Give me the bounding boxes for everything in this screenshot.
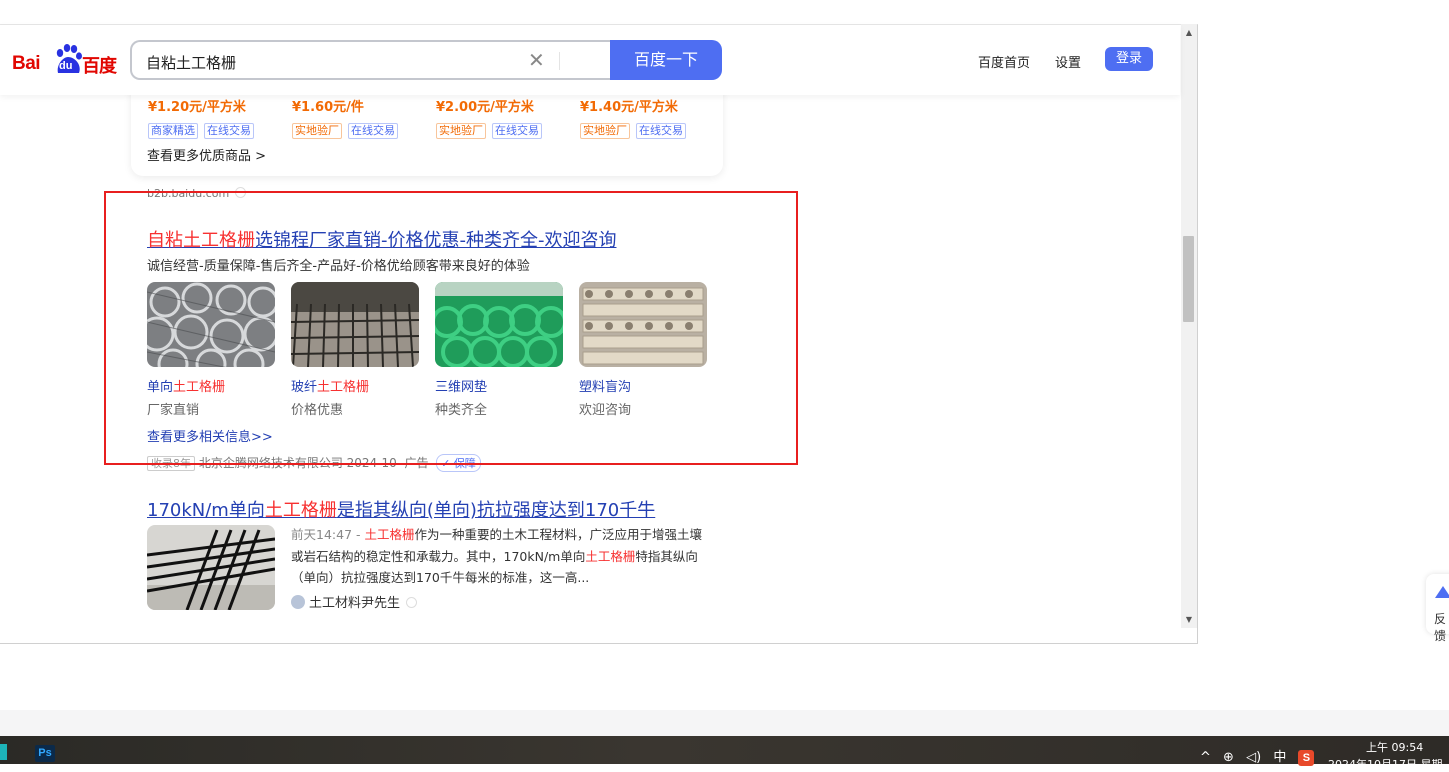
advertiser-name[interactable]: 北京企腾网络技术有限公司 2024-10 [199, 456, 397, 470]
ad-item-caption[interactable]: 三维网垫 [435, 376, 487, 395]
snippet-highlight: 土工格栅 [364, 527, 415, 542]
indexed-years-badge: 收录8年 [147, 456, 195, 471]
product-item[interactable]: ¥1.60元/件 实地验厂 在线交易 [292, 96, 404, 139]
guarantee-text: 保障 [453, 457, 476, 470]
system-tray: ^ ⊕ ◁) 中 S [1200, 746, 1322, 766]
tray-expand-icon[interactable]: ^ [1200, 750, 1211, 765]
source-info-icon[interactable] [235, 187, 247, 198]
caption-text: 三维网垫 [435, 380, 488, 395]
logo-bai-text: Bai [12, 53, 41, 74]
product-price: ¥1.40元/平方米 [580, 100, 678, 115]
ad-item-subtitle: 价格优惠 [291, 403, 344, 418]
search-box: ✕ [130, 40, 612, 80]
result-time: 前天14:47 - [291, 527, 365, 542]
taskbar-app-icon[interactable] [0, 744, 7, 760]
product-image-geogrid-rolls[interactable] [147, 282, 275, 367]
search-button[interactable]: 百度一下 [610, 40, 722, 80]
more-products-link[interactable]: 查看更多优质商品 > [147, 145, 266, 164]
result-thumbnail[interactable] [147, 525, 275, 610]
feedback-icon [1435, 586, 1449, 598]
product-image-plastic-drain[interactable] [579, 282, 707, 367]
scroll-up-arrow-icon[interactable]: ▲ [1181, 28, 1197, 37]
b2b-source: b2b.baidu.com [147, 187, 247, 200]
product-price: ¥1.20元/平方米 [148, 100, 246, 115]
snippet-highlight: 土工格栅 [585, 548, 636, 564]
product-price: ¥2.00元/平方米 [436, 100, 534, 115]
windows-taskbar: Ps ^ ⊕ ◁) 中 S 上午 09:54 2024年10月17日 星期 [0, 736, 1449, 771]
scroll-thumb[interactable] [1183, 236, 1194, 322]
source-name: 土工材料尹先生 [309, 596, 401, 611]
result-source[interactable]: 土工材料尹先生 [291, 592, 418, 611]
ad-item-caption[interactable]: 玻纤土工格栅 [291, 376, 369, 395]
product-item[interactable]: ¥1.40元/平方米 实地验厂 在线交易 [580, 96, 692, 139]
vertical-scrollbar[interactable]: ▲ ▼ [1181, 24, 1197, 628]
ad-item-subtitle: 种类齐全 [435, 403, 488, 418]
result-title[interactable]: 170kN/m单向土工格栅是指其纵向(单向)抗拉强度达到170千牛 [147, 496, 655, 522]
product-tag: 在线交易 [348, 123, 398, 139]
ad-result-title[interactable]: 自粘土工格栅选锦程厂家直销-价格优惠-种类齐全-欢迎咨询 [147, 226, 616, 252]
logo-chinese-text: 百度 [82, 56, 117, 77]
title-highlight: 自粘土工格栅 [147, 230, 255, 251]
result-snippet: 前天14:47 - 土工格栅作为一种重要的土木工程材料，广泛应用于增强土壤或岩石… [291, 524, 703, 589]
volume-icon[interactable]: ◁) [1246, 750, 1261, 765]
search-header: Bai du 百度 ✕ 百度一下 百度首页 设置 登录 [0, 25, 1180, 95]
clock-date[interactable]: 2024年10月17日 星期 [1328, 756, 1443, 772]
title-text: 选锦程厂家直销-价格优惠-种类齐全-欢迎咨询 [255, 230, 617, 251]
title-text: 170kN/m单向 [147, 500, 265, 521]
ad-footer: 收录8年 北京企腾网络技术有限公司 2024-10 广告 ✓ 保障 [147, 454, 481, 472]
clear-icon[interactable]: ✕ [528, 48, 545, 72]
input-language-indicator[interactable]: 中 [1273, 750, 1286, 765]
ad-label: 广告 [404, 456, 429, 470]
title-highlight: 土工格栅 [264, 500, 337, 521]
more-info-link[interactable]: 查看更多相关信息>> [147, 426, 273, 445]
ad-item-subtitle: 欢迎咨询 [579, 403, 632, 418]
scroll-down-arrow-icon[interactable]: ▼ [1181, 615, 1197, 624]
nav-settings-link[interactable]: 设置 [1055, 52, 1081, 71]
clock-time[interactable]: 上午 09:54 [1366, 739, 1423, 755]
caption-text: 单向 [147, 380, 174, 395]
baidu-logo[interactable]: Bai du 百度 [12, 43, 117, 77]
caption-highlight: 土工格栅 [173, 380, 226, 395]
search-input[interactable] [146, 51, 506, 73]
caption-highlight: 土工格栅 [317, 380, 370, 395]
page-bottom-area [0, 710, 1449, 736]
product-image-fiberglass-geogrid[interactable] [291, 282, 419, 367]
product-item[interactable]: ¥1.20元/平方米 商家精选 在线交易 [148, 96, 260, 139]
product-image-3d-mesh-mat[interactable] [435, 282, 563, 367]
product-item[interactable]: ¥2.00元/平方米 实地验厂 在线交易 [436, 96, 548, 139]
product-tag: 实地验厂 [436, 123, 486, 139]
ad-item-caption[interactable]: 单向土工格栅 [147, 376, 225, 395]
title-text: 是指其纵向(单向)抗拉强度达到170千牛 [336, 500, 656, 521]
product-tag: 在线交易 [636, 123, 686, 139]
photoshop-icon[interactable]: Ps [35, 745, 55, 762]
product-tag: 实地验厂 [580, 123, 630, 139]
source-info-icon[interactable] [406, 597, 418, 608]
caption-text: 塑料盲沟 [579, 380, 632, 395]
feedback-widget[interactable]: 反馈 [1426, 574, 1449, 643]
product-tag: 实地验厂 [292, 123, 342, 139]
network-globe-icon[interactable]: ⊕ [1223, 750, 1234, 765]
logo-du-text: du [59, 60, 73, 72]
feedback-label: 反馈 [1434, 612, 1447, 643]
ad-item-caption[interactable]: 塑料盲沟 [579, 376, 631, 395]
product-tag: 在线交易 [492, 123, 542, 139]
ad-description: 诚信经营-质量保障-售后齐全-产品好-价格优给顾客带来良好的体验 [147, 259, 530, 274]
product-price: ¥1.60元/件 [292, 100, 364, 115]
caption-text: 玻纤 [291, 380, 318, 395]
search-divider [559, 52, 560, 70]
login-button[interactable]: 登录 [1105, 47, 1153, 71]
guarantee-badge[interactable]: ✓ 保障 [436, 454, 481, 472]
product-tag: 商家精选 [148, 123, 198, 139]
product-tag: 在线交易 [204, 123, 254, 139]
b2b-source-label: b2b.baidu.com [147, 187, 230, 200]
source-avatar-icon [291, 595, 305, 609]
ad-item-subtitle: 厂家直销 [147, 403, 200, 418]
nav-home-link[interactable]: 百度首页 [978, 52, 1030, 71]
